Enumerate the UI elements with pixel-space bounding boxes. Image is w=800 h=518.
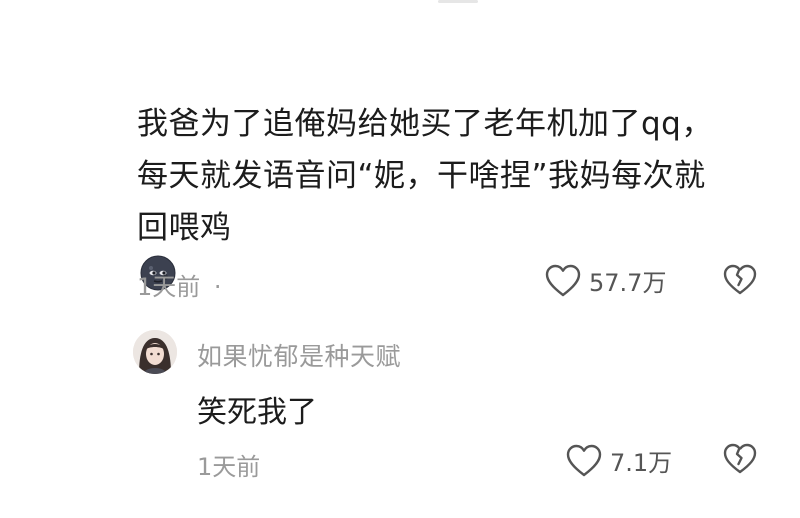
reply-body: 笑死我了: [197, 395, 317, 430]
reply-time: 1天前: [197, 453, 261, 481]
reply-meta: 1天前: [197, 447, 260, 482]
comment-body: 我爸为了追俺妈给她买了老年机加了qq， 每天就发语音问“妮，干啥捏”我妈每次就 …: [137, 98, 767, 308]
comment-line: 每天就发语音问“妮，干啥捏”我妈每次就: [137, 158, 706, 194]
broken-heart-icon: [723, 443, 757, 474]
comment-line: 我爸为了追俺妈给她买了老年机加了qq，: [137, 106, 713, 142]
comment-time: 1天前: [137, 273, 201, 301]
meta-separator: ·: [213, 273, 222, 301]
heart-outline-icon: [566, 444, 602, 476]
reply-username[interactable]: 如果忧郁是种天赋: [197, 337, 401, 373]
comment-line-last: 回喂鸡: [137, 202, 767, 308]
reply-dislike-button[interactable]: [723, 443, 757, 479]
comment-like-button[interactable]: 57.7万: [545, 263, 666, 298]
comment-meta: 1天前 ·: [137, 267, 222, 302]
comment-line-text: 回喂鸡: [137, 210, 232, 246]
broken-heart-icon: [723, 264, 757, 295]
top-edge-fragment: [438, 0, 478, 3]
comment-like-count: 57.7万: [589, 269, 667, 297]
reply-like-count: 7.1万: [610, 449, 673, 477]
reply-like-button[interactable]: 7.1万: [566, 443, 672, 478]
new-moon-face-emoji-icon: [139, 254, 767, 308]
comment-dislike-button[interactable]: [723, 264, 757, 300]
reply-avatar[interactable]: [133, 330, 177, 374]
heart-outline-icon: [545, 264, 581, 296]
